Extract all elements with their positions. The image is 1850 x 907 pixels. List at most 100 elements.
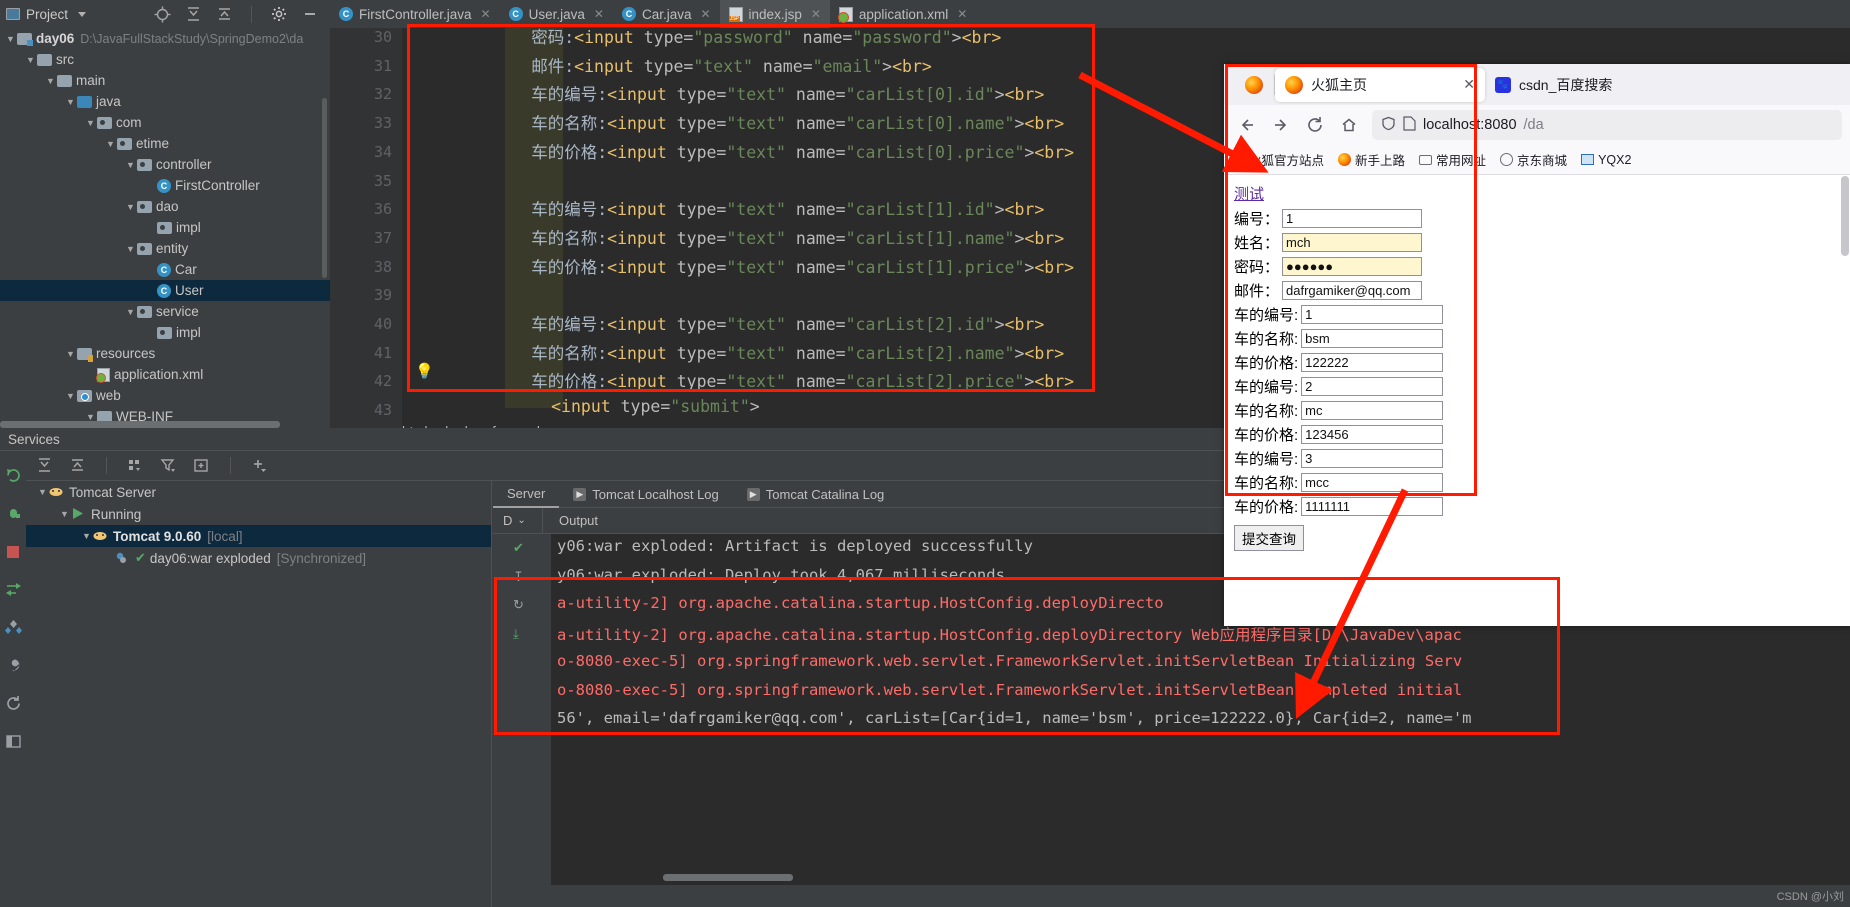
tree-row-resources[interactable]: ▼ resources [0,343,330,364]
console-tab-1[interactable]: ▶ Tomcat Localhost Log [559,481,732,508]
code-line[interactable]: 车的价格:<input type="text" name="carList[0]… [412,139,1074,163]
check-rerun-icon[interactable]: ✔ [513,540,528,556]
code-line[interactable]: 车的名称:<input type="text" name="carList[2]… [412,340,1064,364]
chevron-down-icon[interactable]: ▼ [4,32,17,45]
field-input-12[interactable] [1301,497,1444,516]
close-icon[interactable]: ✕ [481,7,491,21]
add-service-icon[interactable] [251,457,268,474]
browser-tab-csdn[interactable]: 🐾 csdn_百度搜索 [1485,68,1695,102]
tree-row-com[interactable]: ▼ com [0,112,330,133]
locate-target-icon[interactable] [154,6,171,23]
layout-icon[interactable] [5,733,22,750]
service-row-0[interactable]: ▼ Tomcat Server [26,481,491,503]
field-input-6[interactable] [1301,353,1444,372]
code-line[interactable]: 邮件:<input type="text" name="email"><br> [412,53,932,77]
scroll-icon[interactable]: ↧ [513,569,524,585]
browser-vertical-scrollbar[interactable] [1841,176,1849,256]
code-line[interactable]: 车的编号:<input type="text" name="carList[2]… [412,311,1044,335]
field-input-5[interactable] [1301,329,1444,348]
rerun-icon[interactable]: ↻ [513,597,524,613]
tree-row-firstcontroller[interactable]: ▼CFirstController [0,175,330,196]
filter-icon[interactable] [160,457,177,474]
bookmark-2[interactable]: 常用网址 [1419,150,1486,169]
collapse-all-icon[interactable] [69,457,86,474]
expand-all-icon[interactable] [185,6,202,23]
close-icon[interactable]: ✕ [700,7,710,21]
field-input-9[interactable] [1301,425,1444,444]
chevron-down-icon[interactable]: ▼ [80,530,93,543]
field-input-7[interactable] [1301,377,1444,396]
close-icon[interactable]: ✕ [594,7,604,21]
add-tab-icon[interactable] [193,457,210,474]
editor-tab-0[interactable]: C FirstController.java ✕ [330,0,500,28]
tree-row-controller[interactable]: ▼ controller [0,154,330,175]
bookmark-0[interactable]: 火狐官方站点 [1232,150,1324,169]
intention-bulb-icon[interactable]: 💡 [415,362,434,380]
chevron-down-icon[interactable]: ▼ [44,74,57,87]
console-tab-2[interactable]: ▶ Tomcat Catalina Log [733,481,899,508]
bookmark-1[interactable]: 新手上路 [1338,150,1405,169]
field-input-10[interactable] [1301,449,1444,468]
editor-gutter[interactable]: 30 31 32 33 34 35 36 37 38 39 40 41 42 43 [330,28,402,428]
close-icon[interactable]: ✕ [1463,76,1475,93]
service-row-1[interactable]: ▼ Running [26,503,491,525]
field-input-11[interactable] [1301,473,1444,492]
editor-tab-3[interactable]: index.jsp ✕ [719,0,830,28]
tree-row-impl[interactable]: ▼impl [0,322,330,343]
services-tree[interactable]: ▼ Tomcat Server ▼ Running ▼ Tomcat 9.0.60 [loc… [26,481,492,907]
forward-icon[interactable] [1266,110,1296,140]
bookmark-4[interactable]: YQX2 [1581,153,1631,167]
tree-row-java[interactable]: ▼ java [0,91,330,112]
redeploy-icon[interactable] [5,581,22,598]
field-input-1[interactable] [1282,233,1423,252]
tree-row-car[interactable]: ▼CCar [0,259,330,280]
shield-icon[interactable] [1381,116,1396,135]
group-by-icon[interactable] [127,457,144,474]
service-row-2[interactable]: ▼ Tomcat 9.0.60 [local] [26,525,491,547]
tree-row-main[interactable]: ▼ main [0,70,330,91]
chevron-down-icon[interactable]: ▼ [64,95,77,108]
code-line[interactable]: <input type="submit"> [412,397,760,416]
tree-row-day06[interactable]: ▼ day06 D:\JavaFullStackStudy\SpringDemo2\… [0,28,330,49]
tree-row-application-xml[interactable]: ▼application.xml [0,364,330,385]
tree-row-user[interactable]: ▼CUser [0,280,330,301]
stop-icon[interactable] [5,543,22,560]
field-input-4[interactable] [1301,305,1444,324]
dump-icon[interactable]: ⤓ [513,626,519,642]
console-filter-dropdown[interactable]: D ⌄ [493,507,543,534]
chevron-down-icon[interactable]: ▼ [64,389,77,402]
chevron-down-icon[interactable]: ▼ [24,53,37,66]
back-icon[interactable] [1232,110,1262,140]
browser-tab-active[interactable]: 火狐主页 ✕ [1275,67,1485,102]
code-line[interactable]: 车的价格:<input type="text" name="carList[1]… [412,254,1074,278]
hide-panel-icon[interactable] [301,6,318,23]
console-tab-0[interactable]: Server [493,481,560,508]
chevron-down-icon[interactable]: ▼ [124,158,137,171]
code-line[interactable]: 车的名称:<input type="text" name="carList[0]… [412,110,1064,134]
code-line[interactable]: 车的编号:<input type="text" name="carList[0]… [412,81,1044,105]
project-toolwindow-button[interactable]: Project [0,0,94,28]
tree-row-src[interactable]: ▼ src [0,49,330,70]
field-input-3[interactable] [1282,281,1423,300]
code-line[interactable]: 车的编号:<input type="text" name="carList[1]… [412,196,1044,220]
chevron-down-icon[interactable]: ▼ [36,486,49,499]
tree-row-entity[interactable]: ▼ entity [0,238,330,259]
tree-horizontal-scrollbar[interactable] [0,421,280,428]
chevron-down-icon[interactable]: ▼ [124,242,137,255]
console-horizontal-scrollbar[interactable] [663,874,793,881]
chevron-down-icon[interactable]: ▼ [84,116,97,129]
reload-icon[interactable] [1300,110,1330,140]
refresh-icon[interactable] [5,695,22,712]
tree-row-service[interactable]: ▼ service [0,301,330,322]
chevron-down-icon[interactable]: ▼ [104,137,117,150]
tree-row-dao[interactable]: ▼ dao [0,196,330,217]
chevron-down-icon[interactable]: ▼ [64,347,77,360]
code-line[interactable]: 车的名称:<input type="text" name="carList[1]… [412,225,1064,249]
field-input-0[interactable] [1282,209,1423,228]
rerun-icon[interactable] [5,467,22,484]
code-line[interactable]: 密码:<input type="password" name="password… [412,28,1001,48]
editor-tab-1[interactable]: C User.java ✕ [500,0,613,28]
chevron-down-icon[interactable]: ▼ [124,305,137,318]
chevron-down-icon[interactable]: ▼ [124,200,137,213]
code-line[interactable]: 车的价格:<input type="text" name="carList[2]… [412,368,1074,392]
